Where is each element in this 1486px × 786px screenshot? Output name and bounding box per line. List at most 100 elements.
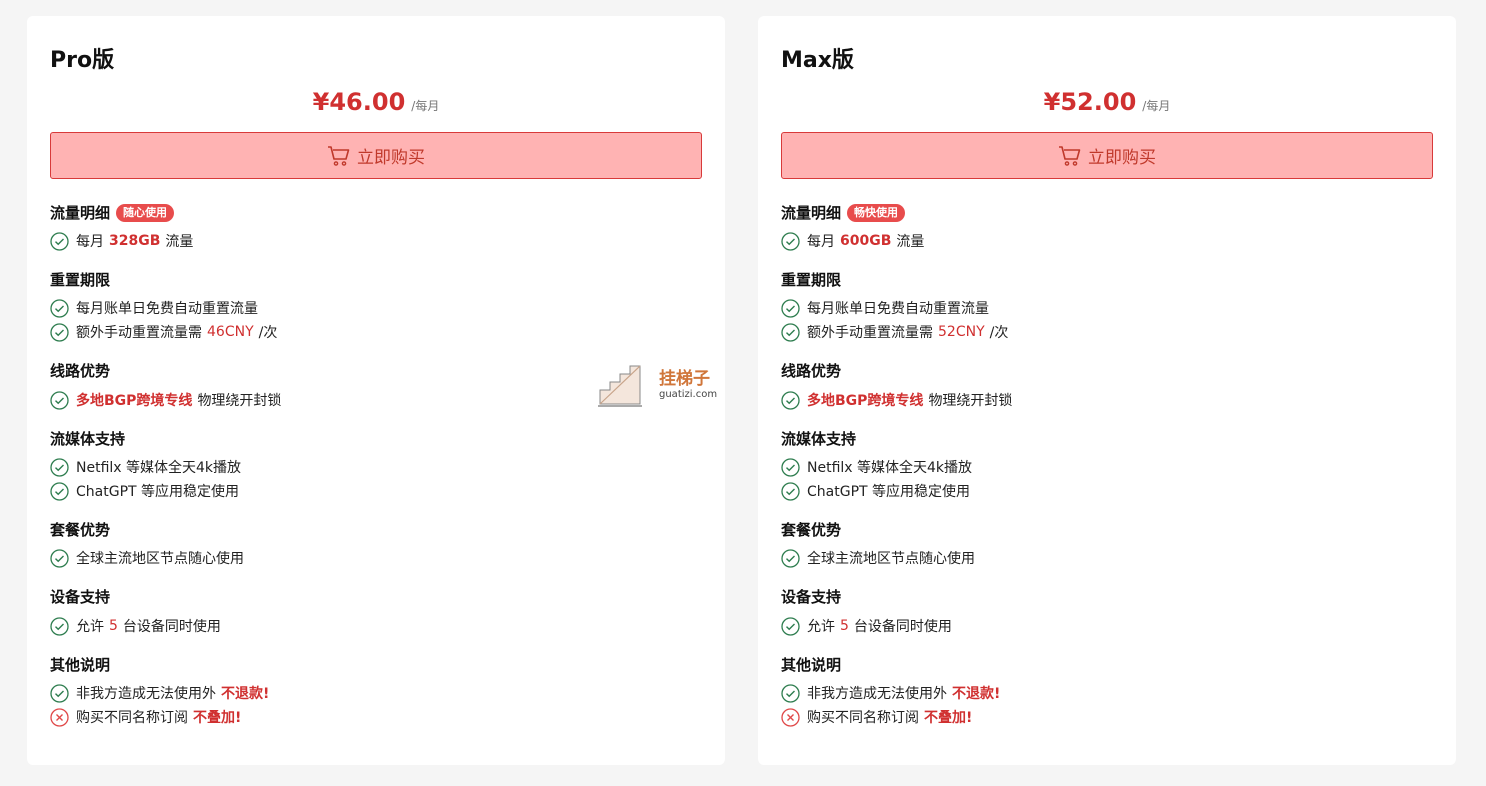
streaming-section-title: 流媒体支持 <box>50 430 126 448</box>
streaming-chatgpt-text: ChatGPT 等应用稳定使用 <box>807 484 971 500</box>
cross-circle-icon <box>781 707 800 727</box>
plan-card-max: Max版 ¥52.00/每月 立即购买 流量明细 畅快使用 每月 600GB 流量 重… <box>758 16 1456 765</box>
watermark-logo: 挂梯子 guatizi.com <box>596 360 726 408</box>
notes-stack-text: 购买不同名称订阅 <box>807 710 919 726</box>
reset-item-auto-text: 每月账单日免费自动重置流量 <box>76 301 258 317</box>
streaming-item-netflix: Netfilx 等媒体全天4k播放 <box>781 457 972 477</box>
devices-item: 允许 5 台设备同时使用 <box>50 616 221 636</box>
devices-suffix: 台设备同时使用 <box>853 619 952 635</box>
traffic-title: 流量明细 <box>781 204 842 222</box>
package-section-title: 套餐优势 <box>50 521 111 539</box>
devices-item: 允许 5 台设备同时使用 <box>781 616 952 636</box>
check-circle-icon <box>50 457 69 477</box>
package-item: 全球主流地区节点随心使用 <box>50 548 244 568</box>
check-circle-icon <box>50 683 69 703</box>
check-circle-icon <box>781 548 800 568</box>
buy-now-label: 立即购买 <box>1088 148 1156 168</box>
route-item: 多地BGP跨境专线 物理绕开封锁 <box>50 390 281 410</box>
check-circle-icon <box>50 231 69 251</box>
notes-section-title: 其他说明 <box>50 656 111 674</box>
traffic-prefix: 每月 <box>76 234 104 250</box>
buy-now-button[interactable]: 立即购买 <box>781 132 1433 179</box>
price-row: ¥52.00/每月 <box>781 88 1433 116</box>
notes-refund-text: 非我方造成无法使用外 <box>76 686 216 702</box>
traffic-value: 600GB <box>840 233 892 249</box>
reset-item-auto: 每月账单日免费自动重置流量 <box>50 298 258 318</box>
check-circle-icon <box>781 390 800 410</box>
check-circle-icon <box>781 683 800 703</box>
check-circle-icon <box>781 457 800 477</box>
devices-section-title: 设备支持 <box>781 588 842 606</box>
notes-section-title: 其他说明 <box>781 656 842 674</box>
streaming-item-netflix: Netfilx 等媒体全天4k播放 <box>50 457 241 477</box>
check-circle-icon <box>50 322 69 342</box>
check-circle-icon <box>50 298 69 318</box>
price-period: /每月 <box>1142 99 1171 113</box>
notes-refund-bold: 不退款! <box>221 686 270 702</box>
traffic-suffix: 流量 <box>165 234 194 250</box>
price-period: /每月 <box>411 99 440 113</box>
watermark-cn: 挂梯子 <box>659 369 710 389</box>
route-suffix: 物理绕开封锁 <box>197 393 282 409</box>
reset-item-manual: 额外手动重置流量需 46CNY/次 <box>50 322 277 342</box>
route-item: 多地BGP跨境专线 物理绕开封锁 <box>781 390 1012 410</box>
traffic-section-title: 流量明细 畅快使用 <box>781 202 906 223</box>
check-circle-icon <box>50 548 69 568</box>
ladder-stairs-icon <box>598 365 642 407</box>
devices-suffix: 台设备同时使用 <box>122 619 221 635</box>
devices-prefix: 允许 <box>76 619 104 635</box>
traffic-title: 流量明细 <box>50 204 111 222</box>
check-circle-icon <box>781 481 800 501</box>
check-circle-icon <box>50 390 69 410</box>
traffic-tag-badge: 畅快使用 <box>847 203 906 222</box>
traffic-tag-badge: 随心使用 <box>116 203 175 222</box>
cart-icon <box>328 145 350 166</box>
devices-count: 5 <box>840 618 849 634</box>
reset-item-auto: 每月账单日免费自动重置流量 <box>781 298 989 318</box>
route-suffix: 物理绕开封锁 <box>928 393 1013 409</box>
package-item-text: 全球主流地区节点随心使用 <box>807 551 975 567</box>
streaming-item-chatgpt: ChatGPT 等应用稳定使用 <box>50 481 239 501</box>
notes-stack-bold: 不叠加! <box>193 710 242 726</box>
reset-manual-suffix: /次 <box>989 325 1009 341</box>
reset-manual-price: 46CNY <box>207 324 254 340</box>
plan-price: ¥52.00 <box>1043 88 1137 116</box>
traffic-item: 每月 328GB 流量 <box>50 231 193 251</box>
streaming-item-chatgpt: ChatGPT 等应用稳定使用 <box>781 481 970 501</box>
check-circle-icon <box>781 322 800 342</box>
watermark-en: guatizi.com <box>659 389 718 400</box>
cart-icon <box>1059 145 1081 166</box>
plan-title: Max版 <box>781 48 854 73</box>
check-circle-icon <box>50 481 69 501</box>
check-circle-icon <box>50 616 69 636</box>
streaming-chatgpt-text: ChatGPT 等应用稳定使用 <box>76 484 240 500</box>
traffic-suffix: 流量 <box>896 234 925 250</box>
price-row: ¥46.00/每月 <box>50 88 702 116</box>
plan-title: Pro版 <box>50 48 115 73</box>
package-section-title: 套餐优势 <box>781 521 842 539</box>
traffic-section-title: 流量明细 随心使用 <box>50 202 175 223</box>
cross-circle-icon <box>50 707 69 727</box>
reset-manual-prefix: 额外手动重置流量需 <box>807 325 933 341</box>
reset-manual-suffix: /次 <box>258 325 278 341</box>
buy-now-label: 立即购买 <box>357 148 425 168</box>
streaming-netflix-text: Netfilx 等媒体全天4k播放 <box>807 460 973 476</box>
route-section-title: 线路优势 <box>781 362 842 380</box>
package-item: 全球主流地区节点随心使用 <box>781 548 975 568</box>
reset-manual-price: 52CNY <box>938 324 985 340</box>
buy-now-button[interactable]: 立即购买 <box>50 132 702 179</box>
notes-item-refund: 非我方造成无法使用外 不退款! <box>781 683 1005 703</box>
notes-stack-text: 购买不同名称订阅 <box>76 710 188 726</box>
package-item-text: 全球主流地区节点随心使用 <box>76 551 244 567</box>
notes-refund-bold: 不退款! <box>952 686 1001 702</box>
route-highlight: 多地BGP跨境专线 <box>76 393 193 409</box>
check-circle-icon <box>781 616 800 636</box>
traffic-item: 每月 600GB 流量 <box>781 231 924 251</box>
streaming-section-title: 流媒体支持 <box>781 430 857 448</box>
check-circle-icon <box>781 298 800 318</box>
traffic-value: 328GB <box>109 233 161 249</box>
notes-stack-bold: 不叠加! <box>924 710 973 726</box>
reset-section-title: 重置期限 <box>781 271 842 289</box>
notes-item-stack: 购买不同名称订阅 不叠加! <box>50 707 246 727</box>
devices-prefix: 允许 <box>807 619 835 635</box>
